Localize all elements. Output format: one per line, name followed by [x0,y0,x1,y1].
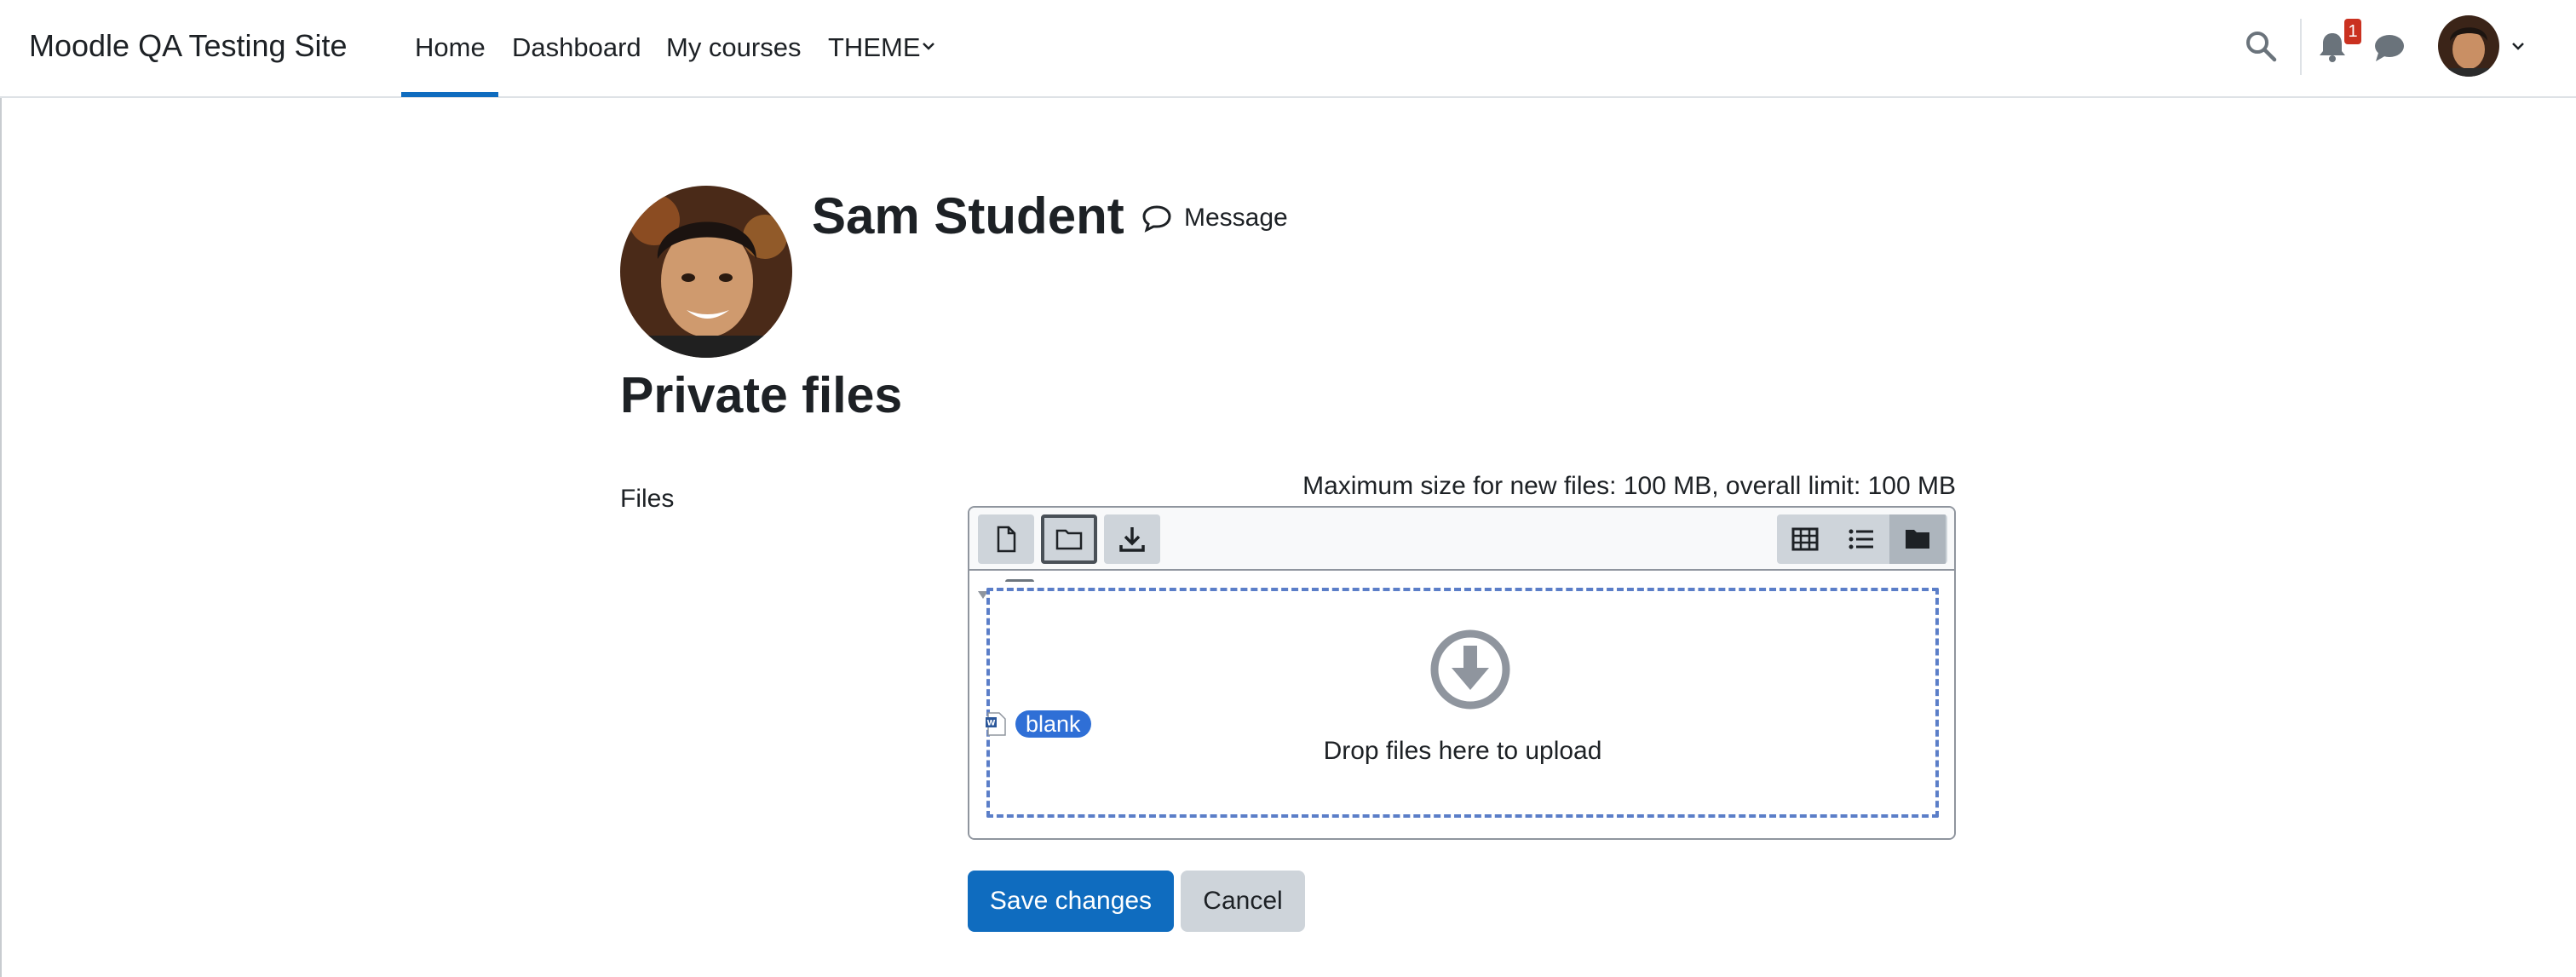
file-dropzone[interactable]: Drop files here to upload [986,588,1939,818]
save-changes-button[interactable]: Save changes [968,871,1174,932]
user-menu-chevron-icon[interactable] [2510,37,2527,55]
max-size-info: Maximum size for new files: 100 MB, over… [1302,472,1956,500]
top-navbar: Moodle QA Testing Site Home Dashboard My… [0,0,2576,98]
add-file-button[interactable] [978,514,1034,564]
word-document-icon[interactable]: W [985,712,1007,736]
create-folder-button[interactable] [1041,514,1097,564]
message-label: Message [1184,204,1288,232]
cancel-button[interactable]: Cancel [1181,871,1305,932]
chat-icon[interactable] [2373,32,2406,63]
message-link[interactable]: Message [1141,199,1288,237]
list-view-icon [1849,529,1873,549]
svg-text:W: W [987,720,996,728]
search-icon[interactable] [2244,29,2278,63]
site-name[interactable]: Moodle QA Testing Site [29,27,348,65]
download-circle-icon [1430,629,1510,710]
grid-view-icon [1791,527,1819,551]
profile-avatar [620,186,792,358]
message-icon [1142,205,1171,233]
nav-theme[interactable]: THEME [828,31,921,65]
file-icon [997,526,1016,553]
dropzone-text: Drop files here to upload [1323,737,1602,765]
files-field-label: Files [620,485,675,513]
view-mode-group [1777,514,1947,564]
navbar-divider [2300,19,2302,75]
download-icon [1119,527,1145,552]
file-manager: Drop files here to upload W blank [968,506,1956,840]
notification-count-badge: 1 [2344,19,2361,44]
profile-name: Sam Student [812,187,1124,244]
download-all-button[interactable] [1104,514,1160,564]
tree-view-icon [1906,530,1929,549]
nav-my-courses[interactable]: My courses [666,31,801,65]
file-manager-toolbar [969,508,1954,571]
file-item-label[interactable]: blank [1015,710,1091,738]
chevron-down-icon[interactable] [920,37,937,55]
nav-home[interactable]: Home [415,31,486,65]
grid-view-button[interactable] [1777,514,1833,564]
folder-icon [1055,529,1083,550]
page-title: Private files [620,367,903,423]
nav-dashboard[interactable]: Dashboard [512,31,641,65]
list-view-button[interactable] [1833,514,1889,564]
root-folder-icon [1005,579,1034,588]
window-edge [0,0,2,977]
user-avatar[interactable] [2438,15,2499,77]
file-manager-content: Drop files here to upload W blank [969,571,1954,838]
tree-view-button[interactable] [1889,514,1946,564]
bell-icon[interactable] [2317,31,2348,63]
nav-active-indicator [401,92,498,97]
